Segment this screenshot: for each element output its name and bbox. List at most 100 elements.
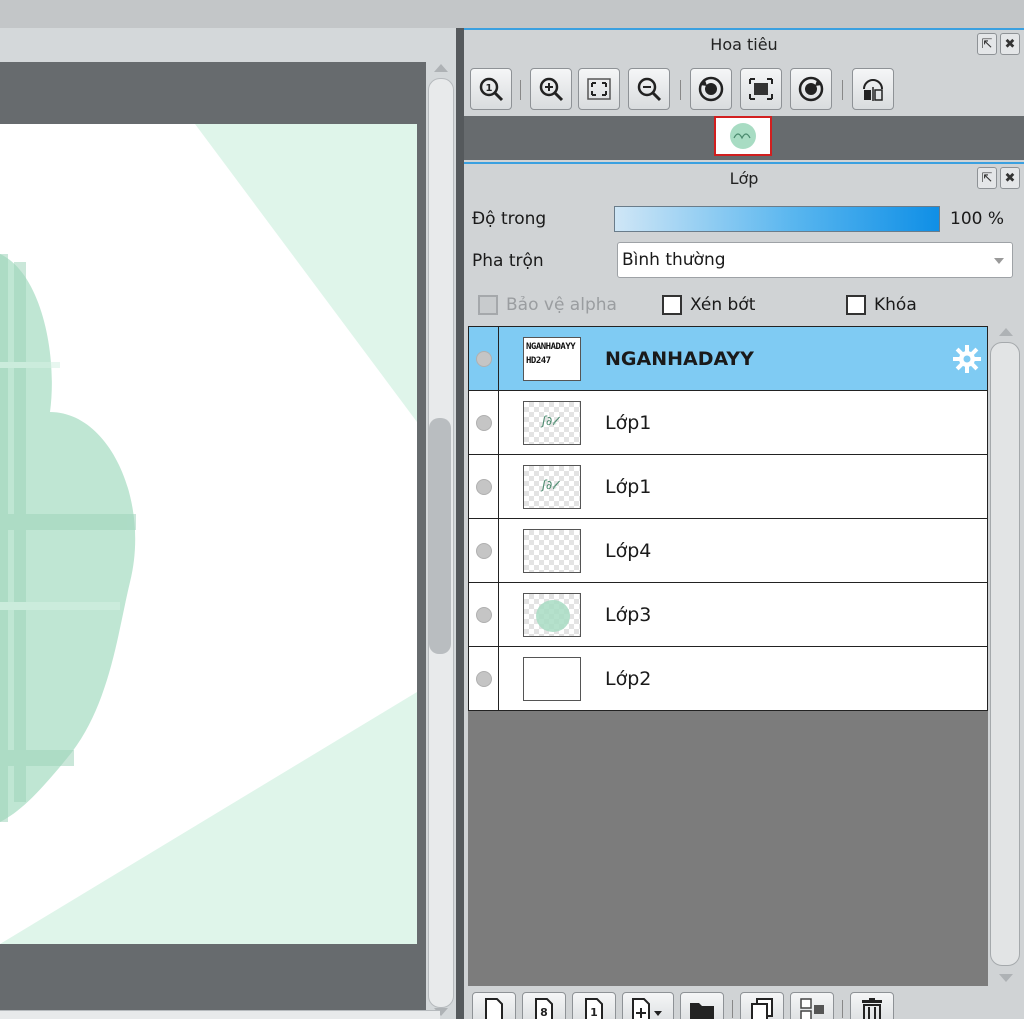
visibility-dot-icon — [475, 542, 492, 559]
fit-to-window-button[interactable] — [578, 68, 620, 110]
zoom-in-icon — [539, 77, 564, 102]
scroll-up-arrow-icon[interactable] — [999, 328, 1013, 336]
float-panel-icon[interactable]: ⇱ — [977, 33, 997, 55]
signature-icon: ʃ∂𝓁 — [542, 478, 557, 492]
reset-view-button[interactable] — [740, 68, 782, 110]
toolbar-separator — [680, 80, 681, 100]
canvas-view[interactable] — [0, 62, 426, 1010]
toolbar-separator — [732, 1000, 733, 1018]
checkbox-box[interactable] — [662, 295, 682, 315]
navigator-preview[interactable] — [464, 116, 1024, 160]
layer-visibility-toggle[interactable] — [469, 327, 499, 390]
close-icon[interactable]: ✖ — [1000, 33, 1020, 55]
layer-thumbnail — [523, 593, 581, 637]
layer-visibility-toggle[interactable] — [469, 455, 499, 518]
canvas-vertical-scrollbar[interactable] — [426, 62, 456, 1019]
checkbox-box[interactable] — [478, 295, 498, 315]
clipping-checkbox[interactable]: Xén bớt — [662, 290, 755, 320]
canvas-horizontal-scrollbar[interactable] — [0, 1010, 440, 1019]
layer-name: Lớp1 — [605, 412, 652, 434]
layer-visibility-toggle[interactable] — [469, 519, 499, 582]
layer-list[interactable]: NGANHADAYY HD247 NGANHADAYY ʃ∂𝓁 Lớp1 ʃ∂𝓁… — [468, 326, 988, 986]
close-icon[interactable]: ✖ — [1000, 167, 1020, 189]
canvas-artwork[interactable] — [0, 62, 426, 1010]
layer-row[interactable]: Lớp2 — [468, 647, 988, 711]
scroll-track[interactable] — [990, 342, 1020, 966]
gear-icon — [953, 345, 981, 373]
layer-visibility-toggle[interactable] — [469, 583, 499, 646]
layer-row[interactable]: ʃ∂𝓁 Lớp1 — [468, 455, 988, 519]
merge-down-icon — [800, 998, 824, 1019]
svg-text:8: 8 — [540, 1006, 548, 1019]
canvas-area — [0, 28, 456, 1019]
duplicate-layer-icon — [751, 998, 773, 1019]
new-layer-icon — [485, 998, 503, 1019]
merge-down-button[interactable] — [790, 992, 834, 1019]
new-1bit-layer-button[interactable]: 1 — [572, 992, 616, 1019]
lock-checkbox[interactable]: Khóa — [846, 290, 917, 320]
zoom-out-button[interactable] — [628, 68, 670, 110]
new-folder-icon — [690, 1003, 714, 1019]
visibility-dot-icon — [475, 670, 492, 687]
toolbar-separator — [842, 1000, 843, 1018]
panel-splitter[interactable] — [456, 28, 464, 1019]
cloud-shape-icon — [536, 600, 570, 632]
signature-icon: ʃ∂𝓁 — [542, 414, 557, 428]
lock-label: Khóa — [874, 295, 917, 315]
layer-settings-button[interactable] — [951, 343, 983, 375]
navigator-thumbnail[interactable] — [714, 116, 772, 156]
protect-alpha-checkbox[interactable]: Bảo vệ alpha — [478, 290, 617, 320]
navigator-thumbnail-artwork — [730, 123, 756, 149]
layer-thumbnail: ʃ∂𝓁 — [523, 465, 581, 509]
layer-visibility-toggle[interactable] — [469, 647, 499, 710]
zoom-actual-size-button[interactable]: 1 — [470, 68, 512, 110]
new-8bit-layer-button[interactable]: 8 — [522, 992, 566, 1019]
layer-visibility-toggle[interactable] — [469, 391, 499, 454]
rotate-right-icon — [798, 76, 824, 102]
scroll-up-arrow-icon[interactable] — [434, 64, 448, 72]
blend-mode-label: Pha trộn — [472, 251, 544, 271]
opacity-value: 100 % — [950, 209, 1005, 229]
navigator-panel: Hoa tiêu ⇱ ✖ 1 — [464, 28, 1024, 162]
blend-mode-value: Bình thường — [622, 250, 726, 270]
new-8bit-layer-icon: 8 — [535, 998, 553, 1019]
chevron-down-icon — [994, 258, 1004, 264]
layer-thumbnail — [523, 529, 581, 573]
toolbar-separator — [520, 80, 521, 100]
layer-row[interactable]: ʃ∂𝓁 Lớp1 — [468, 391, 988, 455]
layer-thumbnail-text: HD247 — [526, 356, 551, 366]
rotate-left-button[interactable] — [690, 68, 732, 110]
delete-layer-button[interactable] — [850, 992, 894, 1019]
flip-horizontal-button[interactable] — [852, 68, 894, 110]
new-folder-button[interactable] — [680, 992, 724, 1019]
layer-thumbnail: ʃ∂𝓁 — [523, 401, 581, 445]
checkbox-box[interactable] — [846, 295, 866, 315]
opacity-slider[interactable] — [614, 206, 940, 232]
layer-row[interactable]: Lớp4 — [468, 519, 988, 583]
add-layer-dropdown-button[interactable] — [622, 992, 674, 1019]
rotate-right-button[interactable] — [790, 68, 832, 110]
zoom-actual-size-icon: 1 — [479, 77, 504, 102]
scroll-down-arrow-icon[interactable] — [999, 974, 1013, 982]
zoom-in-button[interactable] — [530, 68, 572, 110]
visibility-dot-icon — [475, 478, 492, 495]
visibility-dot-icon — [475, 350, 492, 367]
duplicate-layer-button[interactable] — [740, 992, 784, 1019]
new-layer-button[interactable] — [472, 992, 516, 1019]
clipping-label: Xén bớt — [690, 295, 756, 315]
layer-row[interactable]: NGANHADAYY HD247 NGANHADAYY — [468, 326, 988, 391]
blend-mode-select[interactable]: Bình thường — [617, 242, 1013, 278]
layers-footer-toolbar: 8 1 — [464, 988, 1024, 1019]
top-strip — [0, 0, 1024, 28]
layer-name: Lớp3 — [605, 604, 652, 626]
float-panel-icon[interactable]: ⇱ — [977, 167, 997, 189]
svg-text:1: 1 — [486, 83, 493, 94]
navigator-title-bar: Hoa tiêu ⇱ ✖ — [464, 28, 1024, 62]
opacity-label: Độ trong — [472, 209, 547, 229]
protect-alpha-label: Bảo vệ alpha — [506, 295, 617, 315]
visibility-dot-icon — [475, 414, 492, 431]
scroll-thumb[interactable] — [429, 418, 451, 654]
layers-vertical-scrollbar[interactable] — [988, 326, 1024, 986]
layer-row[interactable]: Lớp3 — [468, 583, 988, 647]
layers-panel: Lớp ⇱ ✖ Độ trong 100 % Pha trộn Bình thư… — [464, 162, 1024, 1019]
